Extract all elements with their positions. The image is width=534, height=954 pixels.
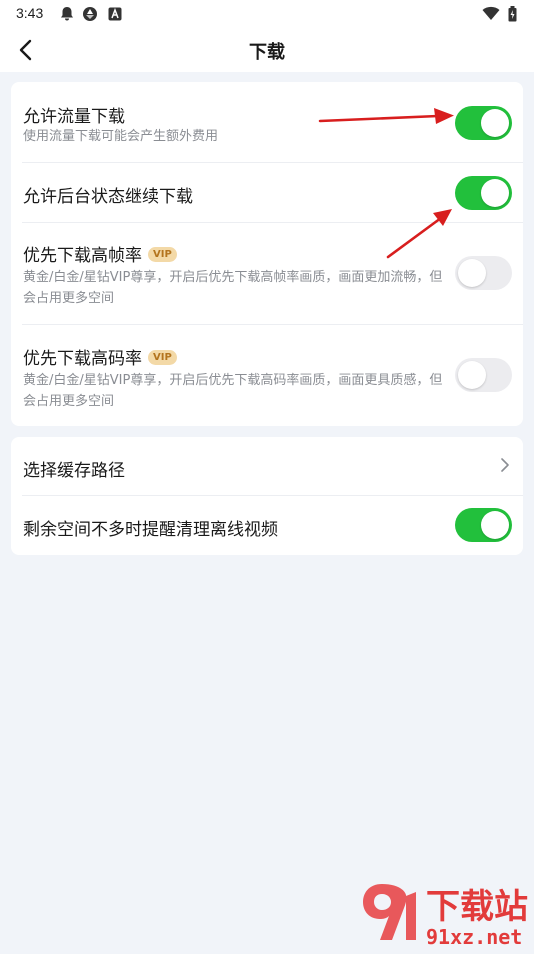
download-settings-card: 允许流量下载 使用流量下载可能会产生额外费用 允许后台状态继续下载 优先下载高帧… (11, 82, 523, 426)
high-frame-rate-toggle[interactable] (455, 256, 512, 290)
camera-shutter-icon (82, 6, 98, 26)
watermark-graphic: 下载站 91xz.net (363, 884, 528, 949)
setting-row-low-space-reminder: 剩余空间不多时提醒清理离线视频 (11, 496, 523, 555)
setting-row-high-frame-rate: 优先下载高帧率 VIP 黄金/白金/星钻VIP尊享，开启后优先下载高帧率画质，画面… (11, 223, 523, 325)
allow-mobile-data-toggle[interactable] (455, 106, 512, 140)
watermark-url: 91xz.net (426, 925, 522, 949)
setting-title: 允许流量下载 (23, 107, 125, 127)
background-download-toggle[interactable] (455, 176, 512, 210)
battery-icon (508, 6, 517, 26)
toggle-knob (458, 361, 486, 389)
setting-row-cache-path[interactable]: 选择缓存路径 (11, 437, 523, 496)
vip-badge: VIP (148, 349, 177, 365)
setting-title: 优先下载高帧率 VIP (23, 241, 177, 266)
status-time: 3:43 (16, 5, 44, 21)
setting-row-high-bitrate: 优先下载高码率 VIP 黄金/白金/星钻VIP尊享，开启后优先下载高码率画质，画面… (11, 325, 523, 426)
setting-title: 优先下载高码率 VIP (23, 344, 177, 369)
status-right-icons (482, 6, 522, 22)
toggle-knob (481, 511, 509, 539)
setting-subtitle: 黄金/白金/星钻VIP尊享，开启后优先下载高码率画质，画面更具质感，但会占用更多… (23, 373, 443, 409)
setting-title-text: 优先下载高码率 (23, 349, 142, 369)
setting-subtitle: 黄金/白金/星钻VIP尊享，开启后优先下载高帧率画质，画面更加流畅，但会占用更多… (23, 270, 443, 306)
watermark-brand: 下载站 (426, 887, 528, 927)
vip-badge: VIP (148, 246, 177, 262)
notification-bell-icon (60, 6, 74, 26)
page-title: 下载 (249, 42, 285, 63)
wifi-icon (482, 6, 500, 25)
header-bar: 下载 (0, 28, 534, 72)
setting-title: 剩余空间不多时提醒清理离线视频 (23, 520, 278, 540)
low-space-reminder-toggle[interactable] (455, 508, 512, 542)
storage-settings-card: 选择缓存路径 剩余空间不多时提醒清理离线视频 (11, 437, 523, 555)
setting-row-allow-mobile-data: 允许流量下载 使用流量下载可能会产生额外费用 (11, 82, 523, 163)
toggle-knob (481, 179, 509, 207)
setting-title-text: 优先下载高帧率 (23, 246, 142, 266)
setting-subtitle: 使用流量下载可能会产生额外费用 (23, 129, 219, 144)
watermark-logo: 下载站 91xz.net (360, 878, 530, 950)
status-bar: 3:43 (0, 0, 534, 28)
text-a-icon (108, 6, 122, 25)
toggle-knob (481, 109, 509, 137)
setting-row-background-download: 允许后台状态继续下载 (11, 163, 523, 223)
high-bitrate-toggle[interactable] (455, 358, 512, 392)
chevron-right-icon (501, 458, 509, 472)
toggle-knob (458, 259, 486, 287)
setting-title: 允许后台状态继续下载 (23, 187, 193, 207)
setting-title: 选择缓存路径 (23, 461, 125, 481)
